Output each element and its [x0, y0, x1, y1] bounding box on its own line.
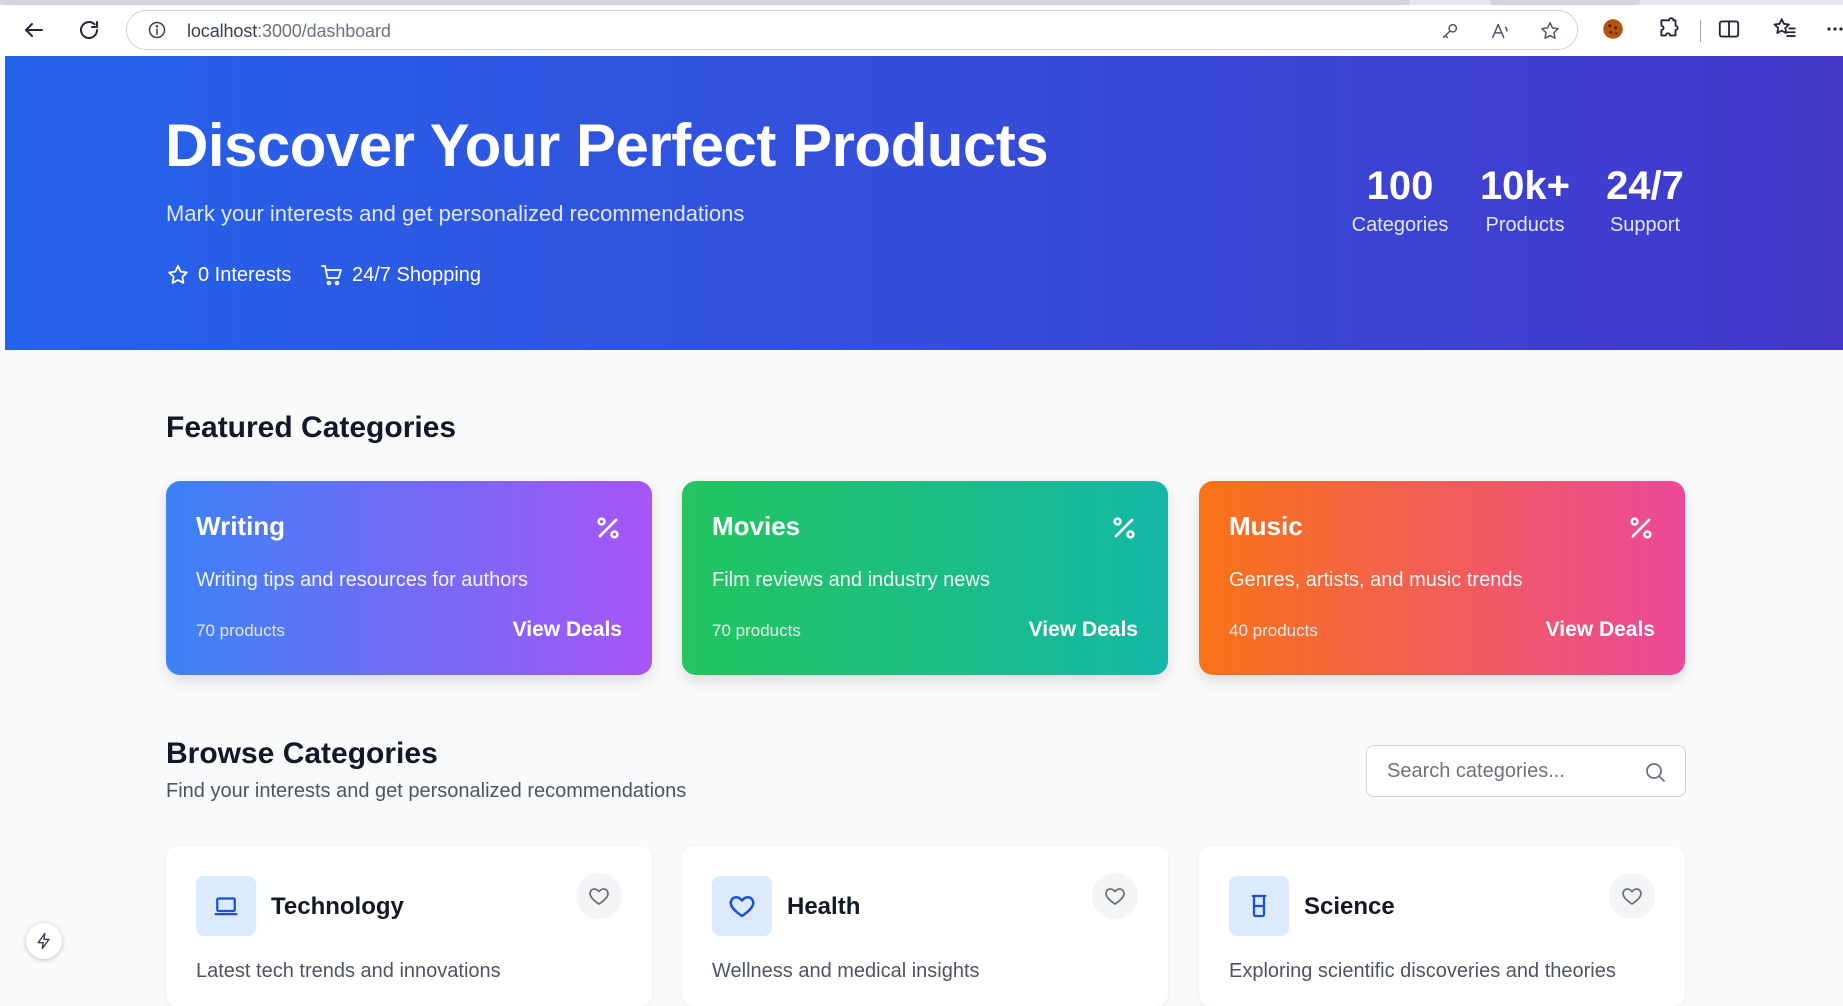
- category-icon-tile: [196, 876, 256, 936]
- featured-card-title: Movies: [712, 511, 801, 541]
- view-deals-button[interactable]: View Deals: [1029, 618, 1138, 642]
- category-card-health[interactable]: Health Wellness and medical insights: [682, 846, 1168, 1006]
- search-input[interactable]: [1367, 746, 1685, 796]
- url-text: localhost:3000/dashboard: [187, 21, 391, 42]
- heart-icon: [589, 888, 609, 905]
- hero-banner: Discover Your Perfect Products Mark your…: [5, 56, 1843, 350]
- featured-card-description: Writing tips and resources for authors: [196, 569, 529, 591]
- browser-toolbar: localhost:3000/dashboard: [0, 0, 1843, 56]
- category-card-science[interactable]: Science Exploring scientific discoveries…: [1199, 846, 1685, 1006]
- favorite-button[interactable]: [1609, 873, 1655, 919]
- category-card-title: Technology: [271, 893, 404, 920]
- featured-card-writing[interactable]: Writing Writing tips and resources for a…: [166, 481, 652, 675]
- star-icon: [168, 265, 188, 284]
- featured-card-music[interactable]: Music Genres, artists, and music trends …: [1199, 481, 1685, 675]
- category-card-description: Latest tech trends and innovations: [196, 960, 501, 982]
- category-card-technology[interactable]: Technology Latest tech trends and innova…: [166, 846, 652, 1006]
- tab-indicator-secondary: [1490, 0, 1640, 5]
- url-path: :3000/dashboard: [257, 21, 391, 41]
- category-search: [1366, 745, 1686, 797]
- percent-icon: [597, 517, 619, 539]
- extensions-icon[interactable]: [1656, 16, 1682, 42]
- stat-value: 100: [1366, 164, 1434, 208]
- search-icon[interactable]: [1643, 760, 1667, 784]
- stat-value: 24/7: [1606, 164, 1684, 208]
- category-icon-tile: [712, 876, 772, 936]
- favorite-button[interactable]: [576, 873, 622, 919]
- lightning-icon: [37, 932, 50, 950]
- featured-card-count: 40 products: [1229, 621, 1318, 640]
- heart-icon: [1622, 888, 1642, 905]
- category-card-description: Exploring scientific discoveries and the…: [1229, 960, 1616, 982]
- percent-icon: [1113, 517, 1135, 539]
- toolbar-divider: [1700, 20, 1701, 42]
- stat-label: Categories: [1351, 214, 1449, 236]
- back-button[interactable]: [16, 12, 52, 48]
- key-icon[interactable]: [1439, 20, 1461, 42]
- tab-strip: [0, 0, 1843, 5]
- featured-card-movies[interactable]: Movies Film reviews and industry news 70…: [682, 481, 1168, 675]
- heart-icon: [729, 896, 755, 918]
- browse-subtitle: Find your interests and get personalized…: [166, 780, 687, 802]
- featured-card-description: Genres, artists, and music trends: [1229, 569, 1523, 591]
- split-screen-icon[interactable]: [1716, 16, 1742, 42]
- hero-subtitle: Mark your interests and get personalized…: [166, 201, 745, 226]
- hero-title: Discover Your Perfect Products: [165, 112, 1049, 179]
- featured-heading: Featured Categories: [166, 411, 457, 444]
- quick-action-button[interactable]: [26, 923, 62, 959]
- cookie-icon[interactable]: [1600, 16, 1626, 42]
- view-deals-button[interactable]: View Deals: [513, 618, 622, 642]
- reload-button[interactable]: [71, 12, 107, 48]
- view-deals-button[interactable]: View Deals: [1546, 618, 1655, 642]
- reload-icon: [80, 21, 98, 39]
- category-card-title: Health: [787, 893, 861, 920]
- category-card-description: Wellness and medical insights: [712, 960, 980, 982]
- stat-categories: 100 Categories: [1345, 166, 1455, 237]
- percent-icon: [1630, 517, 1652, 539]
- favorites-list-icon[interactable]: [1772, 16, 1798, 42]
- category-card-title: Science: [1304, 893, 1395, 920]
- shopping-label: 24/7 Shopping: [352, 263, 482, 286]
- tab-indicator: [0, 0, 1410, 5]
- more-icon[interactable]: [1826, 16, 1843, 42]
- heart-icon: [1105, 888, 1125, 905]
- stat-products: 10k+ Products: [1470, 166, 1580, 237]
- stat-label: Support: [1609, 214, 1681, 236]
- featured-card-title: Music: [1229, 511, 1303, 541]
- stat-label: Products: [1485, 214, 1565, 236]
- category-icon-tile: [1229, 876, 1289, 936]
- read-aloud-icon[interactable]: [1489, 20, 1511, 42]
- beaker-icon: [1251, 894, 1267, 918]
- featured-card-description: Film reviews and industry news: [712, 569, 990, 591]
- shopping-hours: 24/7 Shopping: [320, 263, 481, 287]
- laptop-icon: [214, 897, 238, 916]
- interests-count: 0 Interests: [166, 263, 291, 287]
- stat-support: 24/7 Support: [1590, 166, 1700, 237]
- featured-card-title: Writing: [196, 511, 286, 541]
- browse-heading: Browse Categories: [166, 737, 438, 770]
- url-host: localhost: [187, 21, 258, 41]
- info-icon[interactable]: [147, 20, 167, 40]
- favorite-button[interactable]: [1092, 873, 1138, 919]
- stat-value: 10k+: [1479, 164, 1571, 208]
- featured-card-count: 70 products: [196, 621, 285, 640]
- featured-card-count: 70 products: [712, 621, 801, 640]
- cart-icon: [321, 265, 342, 286]
- address-bar[interactable]: localhost:3000/dashboard: [126, 10, 1578, 50]
- favorite-star-icon[interactable]: [1539, 20, 1561, 42]
- arrow-left-icon: [25, 23, 43, 37]
- interests-label: 0 Interests: [198, 263, 292, 286]
